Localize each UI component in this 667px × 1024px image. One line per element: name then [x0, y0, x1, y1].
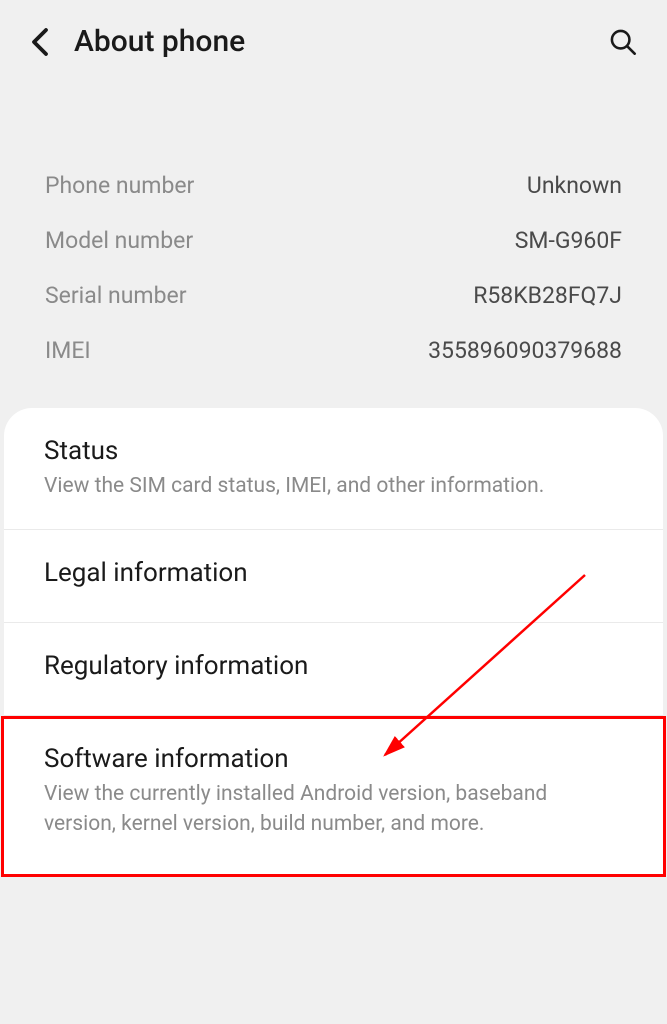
device-info-section: Phone number Unknown Model number SM-G96… [0, 123, 667, 408]
regulatory-title: Regulatory information [44, 651, 623, 681]
header: About phone [0, 0, 667, 83]
back-button[interactable] [30, 27, 50, 57]
model-number-row[interactable]: Model number SM-G960F [45, 213, 622, 268]
status-subtitle: View the SIM card status, IMEI, and othe… [44, 472, 623, 501]
page-title: About phone [74, 24, 609, 59]
software-title: Software information [44, 744, 623, 774]
imei-row[interactable]: IMEI 355896090379688 [45, 323, 622, 378]
settings-card: Status View the SIM card status, IMEI, a… [4, 408, 663, 877]
search-button[interactable] [609, 28, 637, 56]
legal-title: Legal information [44, 558, 623, 588]
software-information-item[interactable]: Software information View the currently … [1, 716, 666, 877]
serial-number-label: Serial number [45, 282, 187, 309]
model-number-value: SM-G960F [515, 227, 622, 254]
legal-information-item[interactable]: Legal information [4, 530, 663, 623]
phone-number-row[interactable]: Phone number Unknown [45, 158, 622, 213]
regulatory-information-item[interactable]: Regulatory information [4, 623, 663, 716]
imei-value: 355896090379688 [428, 337, 622, 364]
phone-number-label: Phone number [45, 172, 194, 199]
model-number-label: Model number [45, 227, 193, 254]
phone-number-value: Unknown [527, 172, 622, 199]
status-item[interactable]: Status View the SIM card status, IMEI, a… [4, 408, 663, 530]
status-title: Status [44, 436, 623, 466]
chevron-left-icon [30, 27, 50, 57]
serial-number-row[interactable]: Serial number R58KB28FQ7J [45, 268, 622, 323]
search-icon [609, 28, 637, 56]
imei-label: IMEI [45, 337, 91, 364]
serial-number-value: R58KB28FQ7J [473, 282, 622, 309]
software-subtitle: View the currently installed Android ver… [44, 780, 623, 839]
